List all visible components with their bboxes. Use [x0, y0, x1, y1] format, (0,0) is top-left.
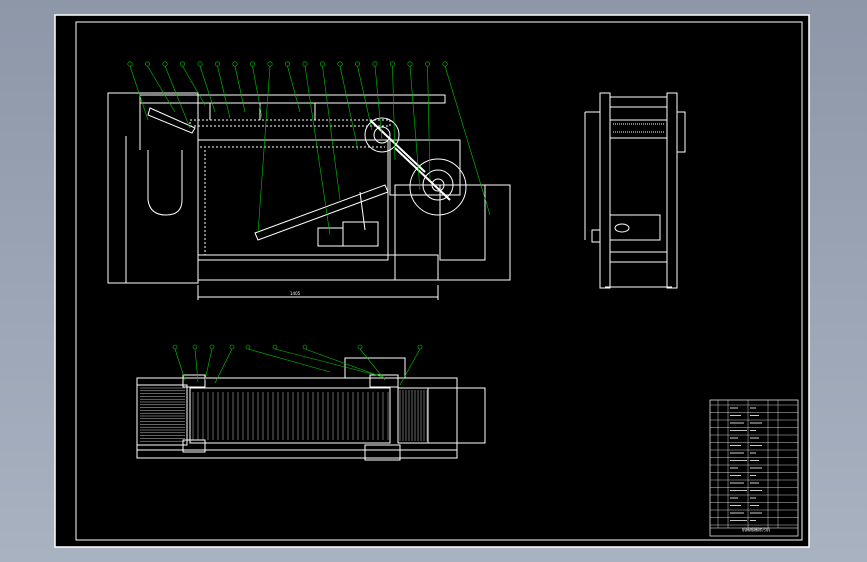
dimension-text: 1405	[290, 291, 301, 296]
drawing-name: 机械格栅除污机	[742, 526, 770, 532]
drawing-canvas[interactable]: 1405 机械格栅除污机	[0, 0, 867, 562]
cad-viewport[interactable]: 1405 机械格栅除污机	[0, 0, 867, 562]
